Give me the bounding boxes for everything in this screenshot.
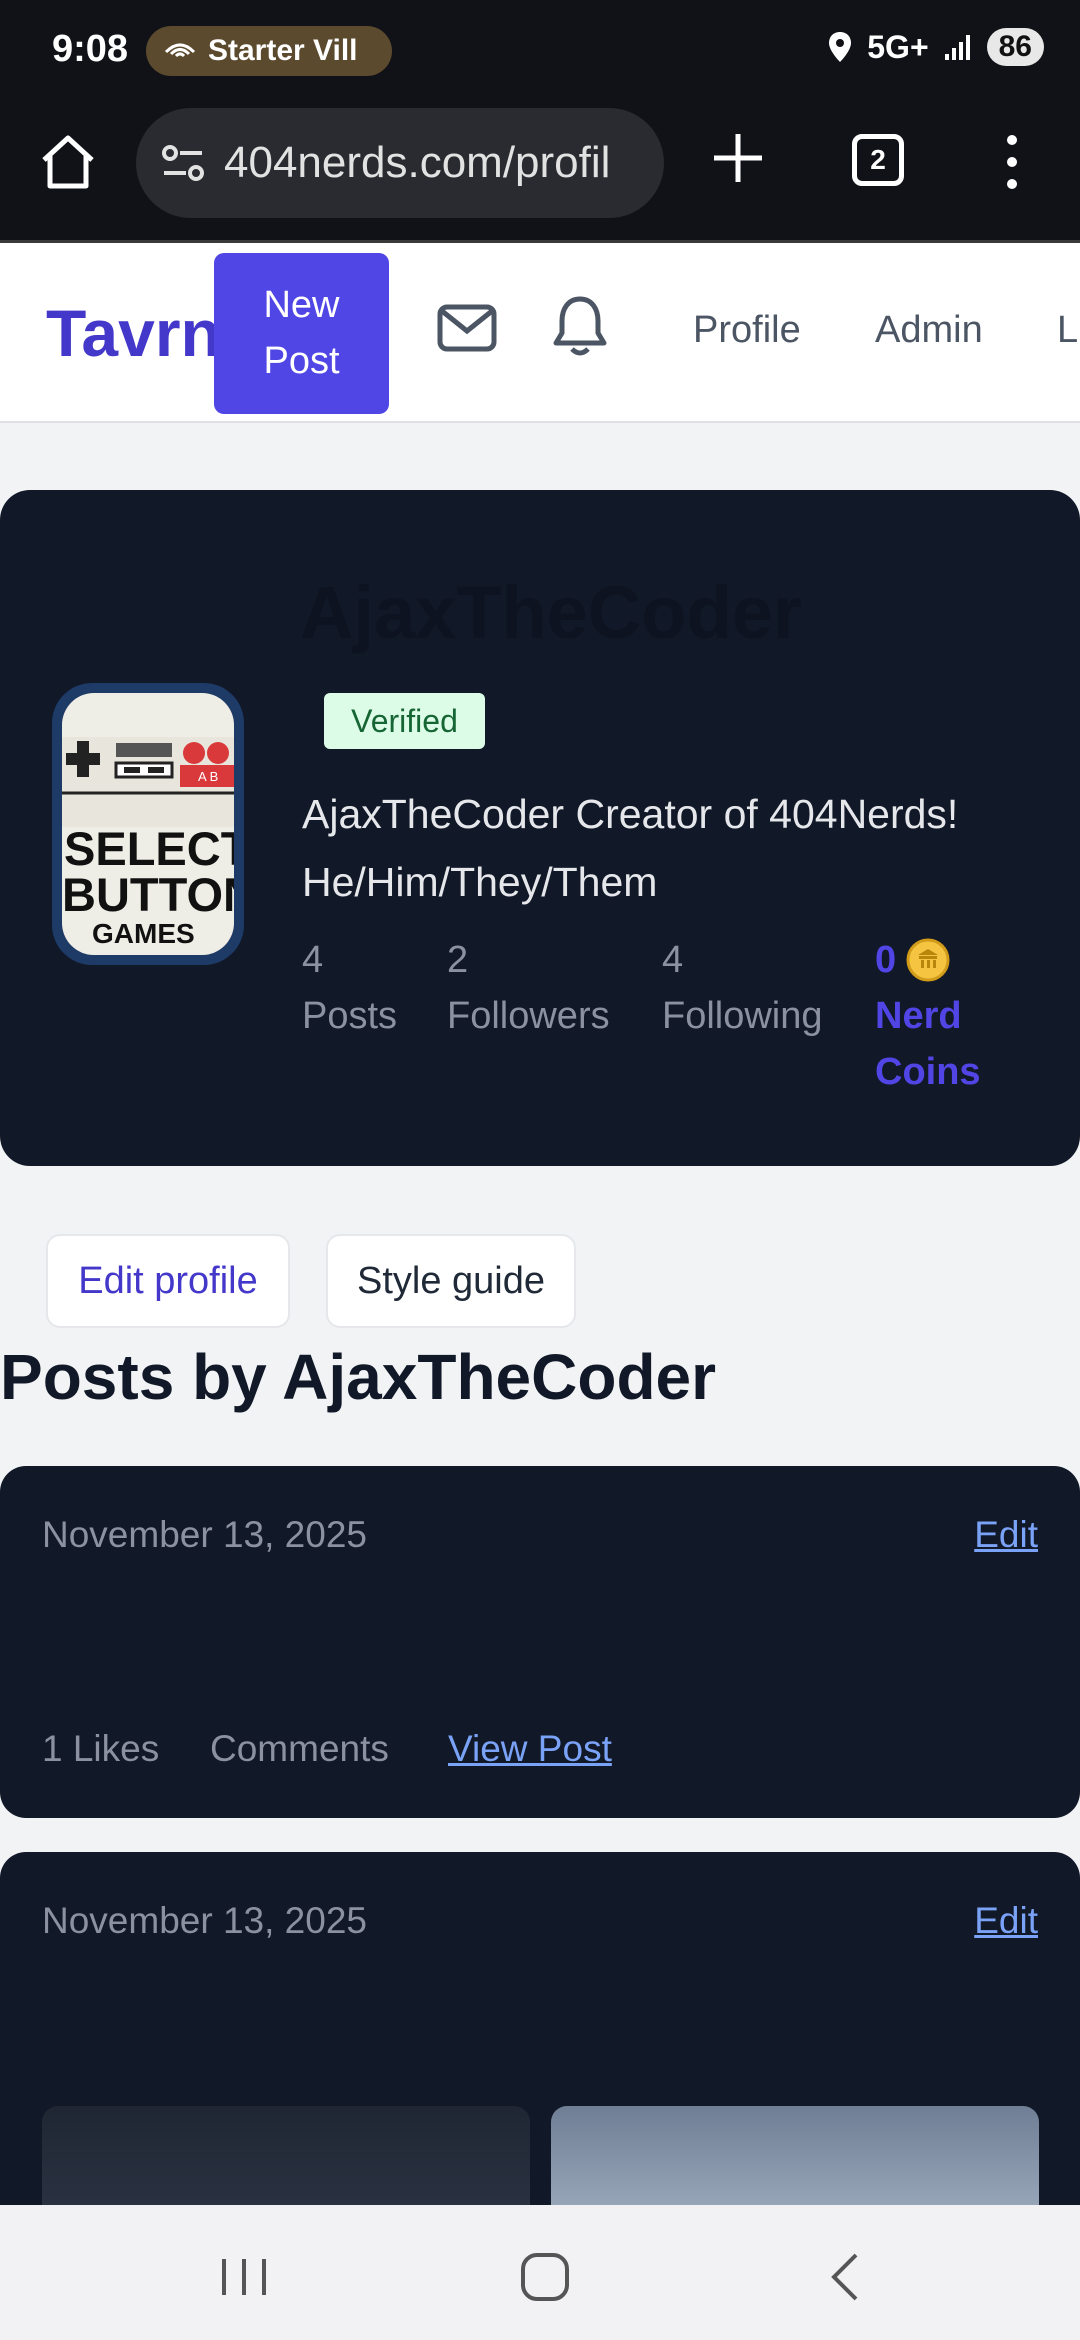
podcast-icon xyxy=(164,43,196,58)
new-post-label-2: Post xyxy=(263,340,340,382)
followers-label: Followers xyxy=(447,995,610,1037)
new-post-button[interactable]: New Post xyxy=(214,253,389,414)
followers-count: 2 xyxy=(447,939,469,981)
following-label: Following xyxy=(662,995,823,1037)
post-comments[interactable]: Comments xyxy=(210,1728,389,1770)
site-settings-icon[interactable] xyxy=(160,143,206,183)
profile-card: AjaxTheCoder A B SELECT BUTTON GAMES xyxy=(0,490,1080,1166)
post-edit-link[interactable]: Edit xyxy=(974,1900,1038,1942)
nav-link-profile[interactable]: Profile xyxy=(693,309,801,352)
profile-title: AjaxTheCoder xyxy=(300,571,802,654)
post-date: November 13, 2025 xyxy=(42,1900,367,1941)
battery-indicator: 86 xyxy=(986,28,1044,66)
view-post-link[interactable]: View Post xyxy=(448,1728,612,1770)
coins-count: 0 xyxy=(875,939,897,981)
bio-line-1: AjaxTheCoder Creator of 404Nerds! xyxy=(302,791,959,837)
signal-icon xyxy=(944,35,970,60)
gamepad-logo: A B SELECT BUTTON GAMES xyxy=(62,737,234,949)
stat-nerd-coins[interactable]: 0 Nerd Coins xyxy=(875,932,981,1100)
site-navbar: Tavrn New Post Profile Admin L xyxy=(0,243,1080,423)
avatar-text-button: BUTTON xyxy=(62,868,234,921)
posts-count: 4 xyxy=(302,939,324,981)
coin-icon xyxy=(906,938,950,982)
more-menu-icon[interactable] xyxy=(1000,130,1024,194)
status-bar: 9:08 Starter Vill 5G+ 86 xyxy=(0,0,1080,100)
svg-text:A B: A B xyxy=(198,769,218,784)
new-post-label-1: New xyxy=(263,284,340,326)
system-nav-bar xyxy=(0,2205,1080,2340)
status-right: 5G+ 86 xyxy=(827,28,1044,66)
posts-label: Posts xyxy=(302,995,398,1037)
avatar: A B SELECT BUTTON GAMES xyxy=(52,683,244,965)
profile-bio: AjaxTheCoder Creator of 404Nerds! He/Him… xyxy=(302,780,958,916)
bio-line-2: He/Him/They/Them xyxy=(302,859,658,905)
home-nav-icon[interactable] xyxy=(515,2247,575,2307)
post-date: November 13, 2025 xyxy=(42,1514,367,1555)
style-guide-button[interactable]: Style guide xyxy=(326,1234,576,1328)
coins-label-2: Coins xyxy=(875,1051,981,1093)
avatar-text-games: GAMES xyxy=(92,918,195,949)
verified-badge: Verified xyxy=(324,693,485,749)
address-bar[interactable]: 404nerds.com/profil xyxy=(136,108,664,218)
network-label: 5G+ xyxy=(867,28,929,65)
media-pill[interactable]: Starter Vill xyxy=(146,26,392,76)
following-count: 4 xyxy=(662,939,684,981)
recent-apps-icon[interactable] xyxy=(214,2247,274,2307)
stat-followers[interactable]: 2 Followers xyxy=(447,932,610,1044)
stat-posts[interactable]: 4 Posts xyxy=(302,932,397,1044)
url-text: 404nerds.com/profil xyxy=(224,138,611,187)
tab-switcher-button[interactable]: 2 xyxy=(852,134,904,186)
coins-label-1: Nerd xyxy=(875,995,962,1037)
posts-heading: Posts by AjaxTheCoder xyxy=(0,1341,717,1413)
new-tab-icon[interactable] xyxy=(706,126,770,190)
post-likes: 1 Likes xyxy=(42,1728,160,1769)
edit-profile-button[interactable]: Edit profile xyxy=(46,1234,290,1328)
post-edit-link[interactable]: Edit xyxy=(974,1514,1038,1556)
mail-icon[interactable] xyxy=(436,297,498,359)
nav-link-truncated[interactable]: L xyxy=(1057,309,1078,352)
home-icon[interactable] xyxy=(36,130,100,194)
nav-link-admin[interactable]: Admin xyxy=(875,309,983,352)
location-icon xyxy=(829,32,852,62)
media-pill-label: Starter Vill xyxy=(208,34,358,67)
bell-icon[interactable] xyxy=(550,293,610,359)
status-time: 9:08 xyxy=(52,28,129,70)
back-icon[interactable] xyxy=(818,2247,878,2307)
stat-following[interactable]: 4 Following xyxy=(662,932,823,1044)
brand-logo[interactable]: Tavrn xyxy=(46,295,221,371)
post-card: November 13, 2025 Edit 1 Likes Comments … xyxy=(0,1466,1080,1818)
browser-toolbar: 404nerds.com/profil 2 xyxy=(0,100,1080,243)
